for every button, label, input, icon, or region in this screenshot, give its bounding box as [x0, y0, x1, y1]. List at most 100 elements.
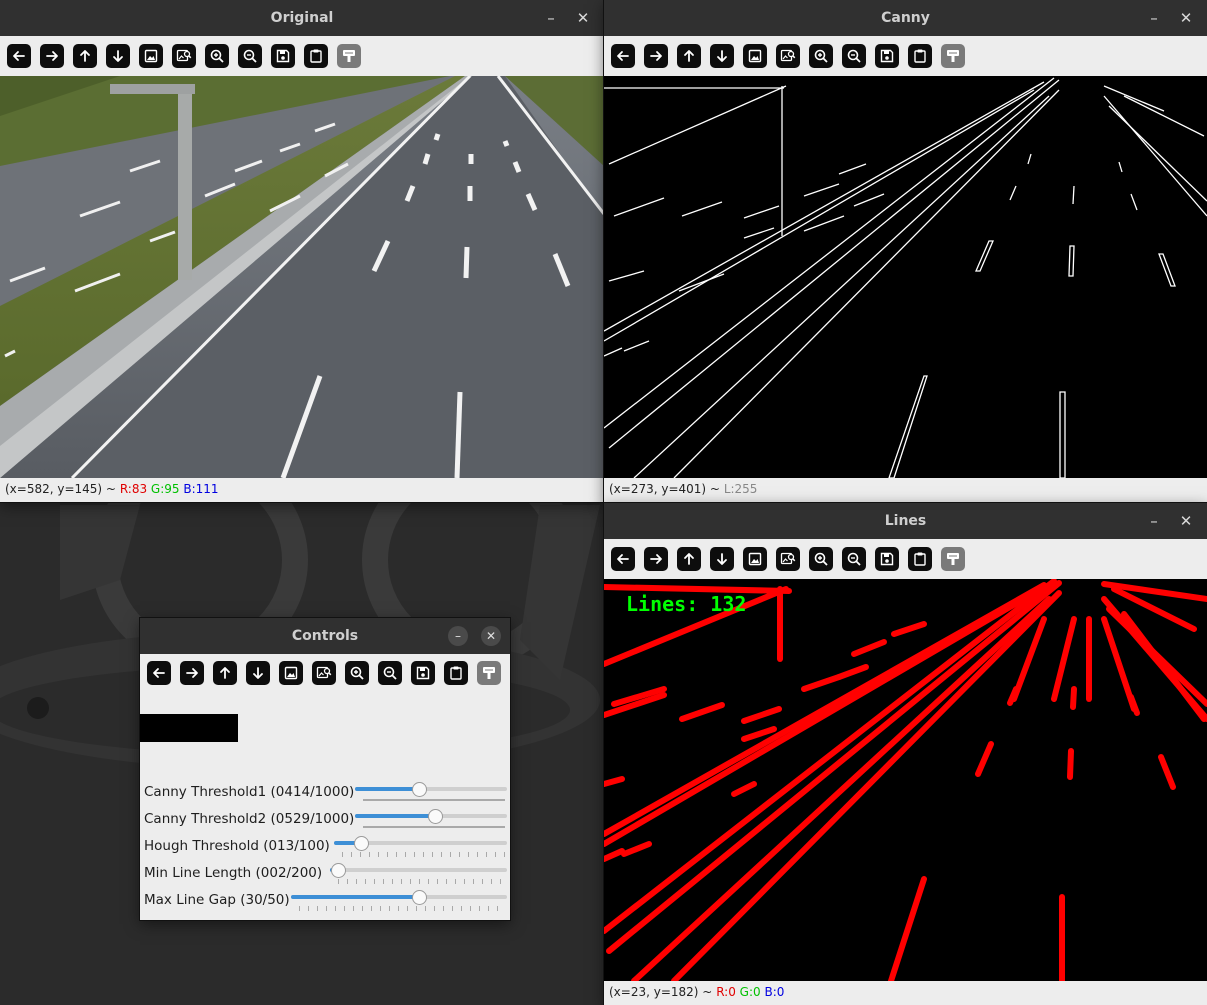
arrow-left-button[interactable] [611, 44, 635, 68]
image-button[interactable] [139, 44, 163, 68]
properties-button[interactable] [477, 661, 501, 685]
zoom-in-icon [210, 49, 224, 63]
clipboard-icon [310, 49, 322, 63]
canny-status-bar: (x=273, y=401) ~ L:255 [604, 478, 1207, 500]
zoom-out-icon [847, 49, 861, 63]
status-green: G:0 [739, 985, 761, 999]
clipboard-button[interactable] [908, 547, 932, 571]
close-icon[interactable]: ✕ [481, 626, 501, 646]
arrow-right-icon [186, 668, 198, 678]
arrow-up-button[interactable] [677, 547, 701, 571]
close-icon[interactable]: ✕ [568, 0, 598, 36]
clipboard-icon [450, 666, 462, 680]
save-button[interactable] [875, 44, 899, 68]
properties-icon [947, 50, 959, 62]
properties-button[interactable] [941, 44, 965, 68]
image-button[interactable] [743, 547, 767, 571]
status-blue: B:0 [764, 985, 785, 999]
zoom-in-button[interactable] [809, 44, 833, 68]
clipboard-icon [914, 49, 926, 63]
image-button[interactable] [743, 44, 767, 68]
zoom-in-button[interactable] [345, 661, 369, 685]
minimize-icon[interactable]: – [1139, 0, 1169, 36]
zoom-out-button[interactable] [842, 547, 866, 571]
arrow-down-button[interactable] [710, 44, 734, 68]
arrow-left-button[interactable] [7, 44, 31, 68]
zoom-out-button[interactable] [842, 44, 866, 68]
lines-count-overlay: Lines: 132 [626, 592, 746, 616]
zoom-in-button[interactable] [205, 44, 229, 68]
zoom-in-icon [814, 552, 828, 566]
arrow-down-button[interactable] [710, 547, 734, 571]
save-button[interactable] [875, 547, 899, 571]
zoom-in-button[interactable] [809, 547, 833, 571]
arrow-left-icon [153, 668, 165, 678]
lines-image[interactable]: Lines: 132 [604, 579, 1207, 981]
arrow-right-button[interactable] [180, 661, 204, 685]
zoom-out-icon [383, 666, 397, 680]
minimize-icon[interactable]: – [1139, 503, 1169, 539]
save-button[interactable] [271, 44, 295, 68]
slider-knob[interactable] [353, 836, 369, 851]
zoom-out-button[interactable] [378, 661, 402, 685]
original-titlebar[interactable]: Original – ✕ [0, 0, 604, 36]
lines-window: Lines – ✕ Lines: 132 (x=23, y=182) ~ R:0… [604, 503, 1207, 1005]
clipboard-button[interactable] [908, 44, 932, 68]
arrow-right-button[interactable] [644, 44, 668, 68]
image-zoom-icon [780, 552, 796, 565]
arrow-up-button[interactable] [213, 661, 237, 685]
image-button[interactable] [279, 661, 303, 685]
properties-button[interactable] [941, 547, 965, 571]
slider-knob[interactable] [428, 809, 444, 824]
arrow-down-icon [717, 50, 727, 62]
arrow-right-button[interactable] [644, 547, 668, 571]
image-icon [748, 552, 762, 566]
image-zoom-button[interactable] [776, 44, 800, 68]
lines-titlebar[interactable]: Lines – ✕ [604, 503, 1207, 539]
minimize-icon[interactable]: – [448, 626, 468, 646]
trackbar-label: Min Line Length (002/200) [144, 865, 323, 881]
save-button[interactable] [411, 661, 435, 685]
status-green: G:95 [150, 482, 180, 496]
arrow-down-button[interactable] [246, 661, 270, 685]
slider-knob[interactable] [411, 782, 427, 797]
image-icon [748, 49, 762, 63]
arrow-down-button[interactable] [106, 44, 130, 68]
canny-titlebar[interactable]: Canny – ✕ [604, 0, 1207, 36]
arrow-up-button[interactable] [677, 44, 701, 68]
image-zoom-button[interactable] [776, 547, 800, 571]
arrow-left-button[interactable] [147, 661, 171, 685]
trackbar-slider[interactable] [330, 861, 507, 887]
trackbar-min-line-length: Min Line Length (002/200) [144, 861, 507, 887]
trackbar-slider[interactable] [355, 807, 507, 833]
trackbar-hough-threshold: Hough Threshold (013/100) [144, 834, 507, 860]
close-icon[interactable]: ✕ [1171, 0, 1201, 36]
minimize-icon[interactable]: – [536, 0, 566, 36]
controls-toolbar [140, 654, 510, 692]
trackbar-slider[interactable] [355, 780, 507, 806]
arrow-right-button[interactable] [40, 44, 64, 68]
arrow-up-button[interactable] [73, 44, 97, 68]
trackbar-slider[interactable] [291, 888, 507, 914]
controls-titlebar[interactable]: Controls – ✕ [140, 618, 510, 654]
arrow-right-icon [650, 51, 662, 61]
save-icon [276, 49, 290, 63]
original-image[interactable] [0, 76, 604, 478]
close-icon[interactable]: ✕ [1171, 503, 1201, 539]
properties-button[interactable] [337, 44, 361, 68]
original-window: Original – ✕ (x=582, y=145) ~ R:83 G:95 … [0, 0, 604, 502]
trackbar-label: Hough Threshold (013/100) [144, 838, 330, 854]
arrow-left-button[interactable] [611, 547, 635, 571]
clipboard-button[interactable] [444, 661, 468, 685]
zoom-out-button[interactable] [238, 44, 262, 68]
canny-image[interactable] [604, 76, 1207, 478]
arrow-down-icon [113, 50, 123, 62]
image-zoom-button[interactable] [172, 44, 196, 68]
clipboard-button[interactable] [304, 44, 328, 68]
arrow-right-icon [650, 554, 662, 564]
trackbar-slider[interactable] [334, 834, 507, 860]
window-title: Canny [881, 10, 930, 26]
slider-knob[interactable] [330, 863, 346, 878]
image-zoom-button[interactable] [312, 661, 336, 685]
slider-knob[interactable] [412, 890, 428, 905]
